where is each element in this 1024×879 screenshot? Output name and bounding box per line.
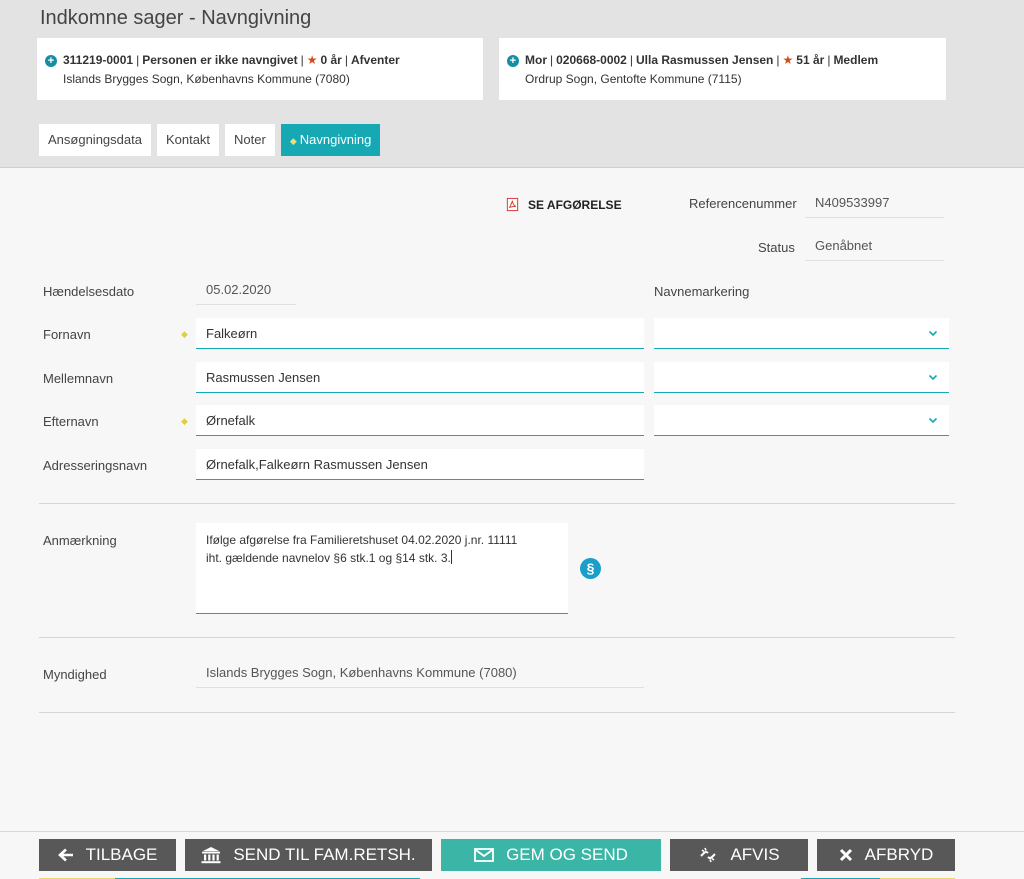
first-name-input[interactable] bbox=[196, 318, 644, 349]
middle-name-label: Mellemnavn bbox=[43, 371, 114, 386]
case-header: Indkomne sager - Navngivning + 311219-00… bbox=[0, 0, 1024, 168]
action-footer: TILBAGE SEND TIL FAM.RETSH. GEM OG SEND … bbox=[0, 831, 1024, 879]
expand-plus-icon[interactable]: + bbox=[507, 54, 519, 67]
relation-role: Mor bbox=[525, 53, 547, 67]
child-state: Afventer bbox=[350, 53, 400, 67]
tab-notes[interactable]: Noter bbox=[225, 124, 275, 156]
back-button[interactable]: TILBAGE bbox=[39, 839, 176, 871]
divider bbox=[39, 712, 955, 713]
child-parish: Islands Brygges Sogn, Københavns Kommune… bbox=[63, 72, 350, 86]
close-icon bbox=[839, 848, 852, 862]
bank-icon bbox=[201, 847, 221, 864]
send-to-family-court-button[interactable]: SEND TIL FAM.RETSH. bbox=[185, 839, 432, 871]
divider bbox=[39, 637, 955, 638]
reference-label: Referencenummer bbox=[689, 196, 797, 211]
first-name-label: Fornavn bbox=[43, 327, 91, 342]
remark-label: Anmærkning bbox=[43, 533, 117, 548]
tab-naming[interactable]: ◆ Navngivning bbox=[280, 124, 381, 156]
expand-plus-icon[interactable]: + bbox=[45, 54, 57, 67]
reference-value: N409533997 bbox=[805, 189, 944, 218]
event-date-label: Hændelsesdato bbox=[43, 284, 135, 299]
mother-state: Medlem bbox=[833, 53, 879, 67]
reject-button[interactable]: AFVIS bbox=[670, 839, 808, 871]
chevron-down-icon bbox=[928, 374, 938, 381]
send-button-label: SEND TIL FAM.RETSH. bbox=[233, 845, 416, 864]
first-name-marking-select[interactable] bbox=[654, 318, 949, 349]
authority-value: Islands Brygges Sogn, Københavns Kommune… bbox=[196, 659, 644, 688]
last-name-input[interactable] bbox=[196, 405, 644, 436]
addressing-name-label: Adresseringsnavn bbox=[43, 458, 148, 473]
remark-line-2: iht. gældende navnelov §6 stk.1 og §14 s… bbox=[206, 551, 451, 565]
event-date-value: 05.02.2020 bbox=[196, 276, 296, 305]
child-age: 0 år bbox=[320, 53, 342, 67]
see-decision-label: SE AFGØRELSE bbox=[528, 197, 622, 212]
mother-person-card: + Mor | 020668-0002 | Ulla Rasmussen Jen… bbox=[499, 38, 946, 100]
middle-name-input[interactable] bbox=[196, 362, 644, 393]
child-name-status: Personen er ikke navngivet bbox=[142, 53, 298, 67]
save-and-send-label: GEM OG SEND bbox=[506, 845, 628, 864]
mother-parish: Ordrup Sogn, Gentofte Kommune (7115) bbox=[525, 72, 742, 86]
cancel-button[interactable]: AFBRYD bbox=[817, 839, 955, 871]
name-marking-label: Navnemarkering bbox=[654, 284, 750, 299]
chevron-down-icon bbox=[928, 417, 938, 424]
remark-textarea[interactable]: Ifølge afgørelse fra Familieretshuset 04… bbox=[196, 523, 568, 614]
pdf-icon bbox=[506, 197, 519, 212]
back-button-label: TILBAGE bbox=[85, 845, 158, 864]
mother-age: 51 år bbox=[796, 53, 825, 67]
divider bbox=[39, 503, 955, 504]
person-icon: ★ bbox=[306, 53, 318, 67]
tab-naming-label: Navngivning bbox=[299, 132, 372, 147]
reject-button-label: AFVIS bbox=[730, 845, 780, 864]
envelope-icon bbox=[474, 848, 494, 862]
arrow-left-icon bbox=[57, 848, 73, 862]
last-name-label: Efternavn bbox=[43, 414, 99, 429]
cancel-button-label: AFBRYD bbox=[864, 845, 934, 864]
see-decision-link[interactable]: SE AFGØRELSE bbox=[505, 197, 622, 212]
tab-bar: Ansøgningsdata Kontakt Noter ◆ Navngivnin… bbox=[39, 124, 386, 156]
mother-cpr: 020668-0002 bbox=[556, 53, 627, 67]
last-name-marking-select[interactable] bbox=[654, 405, 949, 436]
status-value: Genåbnet bbox=[805, 232, 944, 261]
remark-line-1: Ifølge afgørelse fra Familieretshuset 04… bbox=[206, 533, 518, 547]
paragraph-icon[interactable]: § bbox=[580, 558, 601, 579]
tab-contact[interactable]: Kontakt bbox=[156, 124, 220, 156]
child-person-card: + 311219-0001 | Personen er ikke navngiv… bbox=[37, 38, 483, 100]
save-and-send-button[interactable]: GEM OG SEND bbox=[441, 839, 661, 871]
chevron-down-icon bbox=[928, 330, 938, 337]
child-cpr: 311219-0001 bbox=[63, 53, 134, 67]
text-caret bbox=[450, 550, 452, 564]
active-dot-icon: ◆ bbox=[289, 136, 297, 146]
tab-application-data[interactable]: Ansøgningsdata bbox=[39, 124, 151, 156]
middle-name-marking-select[interactable] bbox=[654, 362, 949, 393]
person-icon: ★ bbox=[782, 53, 794, 67]
required-icon: ◆ bbox=[181, 416, 188, 426]
addressing-name-input[interactable] bbox=[196, 449, 644, 480]
broken-link-icon bbox=[700, 847, 717, 863]
required-icon: ◆ bbox=[181, 329, 188, 339]
page-title: Indkomne sager - Navngivning bbox=[40, 7, 312, 29]
authority-label: Myndighed bbox=[43, 667, 107, 682]
mother-name: Ulla Rasmussen Jensen bbox=[635, 53, 774, 67]
status-label: Status bbox=[758, 240, 795, 255]
